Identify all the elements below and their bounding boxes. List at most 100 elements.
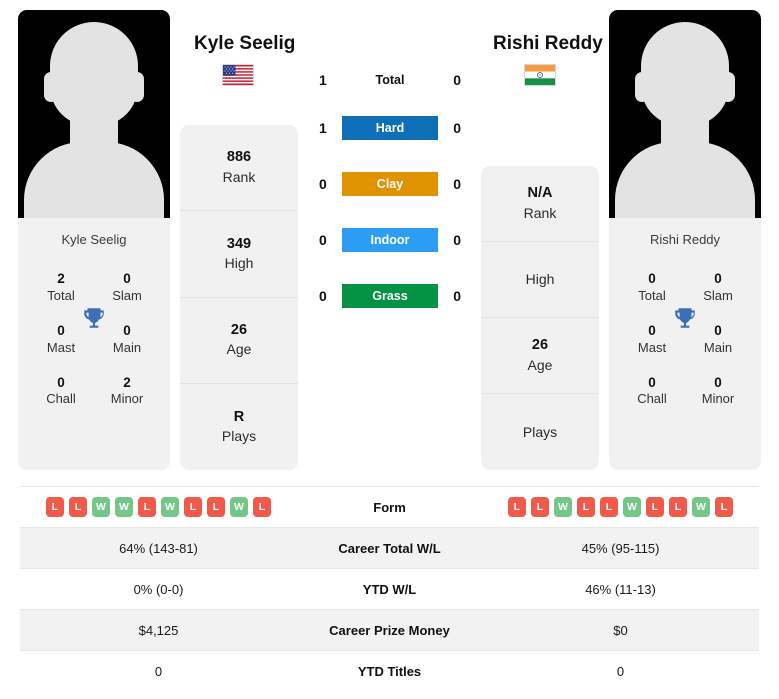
form-chip-l[interactable]: L	[531, 497, 549, 517]
form-chip-l[interactable]: L	[69, 497, 87, 517]
h2h-left-value: 0	[319, 288, 327, 304]
comparison-table: LLWWLWLLWL Form LLWLLWLLWL 64% (143-81) …	[20, 486, 759, 691]
title-cell-chall-left: 0 Chall	[28, 367, 94, 419]
title-label: Mast	[46, 339, 76, 355]
trophy-icon	[84, 308, 104, 328]
form-chip-w[interactable]: W	[115, 497, 133, 517]
stat-value: R	[233, 408, 245, 425]
form-chip-w[interactable]: W	[554, 497, 572, 517]
stat-label: Rank	[222, 168, 256, 185]
avatar-body-icon	[24, 142, 164, 218]
player-photo-left	[18, 10, 170, 218]
title-value: 0	[648, 271, 656, 286]
table-row-prize-money: $4,125 Career Prize Money $0	[20, 609, 759, 650]
form-chip-l[interactable]: L	[646, 497, 664, 517]
title-label: Main	[112, 339, 142, 355]
surface-badge-indoor[interactable]: Indoor	[342, 228, 438, 252]
title-label: Main	[703, 339, 733, 355]
us-flag-icon	[222, 64, 254, 86]
stat-value: 349	[226, 235, 252, 252]
avatar-head-icon	[50, 22, 138, 126]
h2h-right-value: 0	[453, 176, 461, 192]
surface-badge-hard[interactable]: Hard	[342, 116, 438, 140]
player-photo-right	[609, 10, 761, 218]
row-label: YTD Titles	[357, 663, 422, 679]
player-name-left[interactable]: Kyle Seelig	[194, 33, 295, 55]
title-label: Slam	[112, 287, 142, 303]
stat-label: Plays	[522, 423, 558, 440]
form-chip-w[interactable]: W	[230, 497, 248, 517]
form-chip-l[interactable]: L	[253, 497, 271, 517]
form-chip-w[interactable]: W	[161, 497, 179, 517]
player-stats-card-right: N/A Rank High 26 Age Plays	[481, 166, 599, 470]
title-value: 0	[648, 374, 656, 390]
h2h-right-value: 0	[453, 232, 461, 248]
stat-value: 886	[226, 149, 252, 166]
form-cell-right: LLWLLWLLWL	[482, 497, 759, 517]
stat-value: 26	[230, 321, 248, 338]
stat-value: 26	[531, 337, 549, 354]
stat-age-left: 26 Age	[180, 298, 298, 384]
row-label: Career Prize Money	[329, 622, 450, 638]
h2h-left-value: 1	[319, 72, 327, 88]
h2h-right-value: 0	[453, 288, 461, 304]
titles-grid-right: 0 Total 0 Slam 0 Mast 0 Main 0 Chall 0 M…	[609, 255, 761, 418]
stat-label: Plays	[221, 428, 257, 445]
photo-caption-left: Kyle Seelig	[61, 232, 127, 247]
row-right-value: 0	[616, 663, 625, 679]
title-value: 0	[714, 271, 722, 286]
row-left-value: 64% (143-81)	[119, 540, 198, 556]
avatar-ear-left-icon	[635, 72, 649, 102]
form-chip-w[interactable]: W	[692, 497, 710, 517]
form-chip-l[interactable]: L	[138, 497, 156, 517]
player-name-right[interactable]: Rishi Reddy	[493, 33, 603, 55]
form-chip-w[interactable]: W	[623, 497, 641, 517]
title-cell-minor-right: 0 Minor	[685, 367, 751, 419]
form-chip-l[interactable]: L	[577, 497, 595, 517]
table-row-career-wl: 64% (143-81) Career Total W/L 45% (95-11…	[20, 527, 759, 568]
stat-label: Age	[527, 356, 553, 373]
avatar-ear-right-icon	[130, 72, 144, 102]
title-label: Chall	[46, 391, 76, 407]
row-right-value: $0	[613, 622, 628, 638]
form-chip-l[interactable]: L	[508, 497, 526, 517]
form-chip-l[interactable]: L	[207, 497, 225, 517]
title-value: 0	[714, 374, 722, 390]
form-chip-l[interactable]: L	[669, 497, 687, 517]
player-comparison-page: Kyle Seelig 2 Total 0 Slam 0 Mast 0 Main…	[0, 0, 779, 699]
h2h-row-grass: 0 Grass 0	[305, 268, 475, 324]
form-chip-l[interactable]: L	[715, 497, 733, 517]
form-strip-right: LLWLLWLLWL	[508, 497, 733, 517]
row-right-value: 46% (11-13)	[585, 581, 656, 597]
title-cell-minor-left: 2 Minor	[94, 367, 160, 419]
photo-caption-right: Rishi Reddy	[649, 232, 721, 247]
player-photo-card-right: Rishi Reddy 0 Total 0 Slam 0 Mast 0 Main…	[609, 10, 761, 470]
form-chip-l[interactable]: L	[184, 497, 202, 517]
title-label: Slam	[703, 287, 733, 303]
form-cell-left: LLWWLWLLWL	[20, 497, 297, 517]
trophy-icon	[675, 308, 695, 328]
title-value: 2	[123, 374, 131, 390]
stat-rank-left: 886 Rank	[180, 125, 298, 212]
title-label: Total	[47, 287, 75, 303]
table-row-form: LLWWLWLLWL Form LLWLLWLLWL	[20, 486, 759, 527]
avatar-head-icon	[641, 22, 729, 126]
h2h-left-value: 0	[319, 176, 327, 192]
form-chip-l[interactable]: L	[46, 497, 64, 517]
player-stats-card-left: 886 Rank 349 High 26 Age R Plays	[180, 125, 298, 470]
form-chip-w[interactable]: W	[92, 497, 110, 517]
h2h-row-total: 1 Total 0	[305, 60, 475, 100]
in-flag-icon	[524, 64, 556, 86]
row-left-value: 0	[154, 663, 163, 679]
title-value: 0	[123, 271, 131, 286]
avatar-ear-right-icon	[721, 72, 735, 102]
stat-high-right: High	[481, 242, 599, 318]
stat-plays-left: R Plays	[180, 384, 298, 470]
stat-label: High	[224, 255, 254, 272]
surface-badge-clay[interactable]: Clay	[342, 172, 438, 196]
row-label: Career Total W/L	[338, 540, 441, 556]
row-label: YTD W/L	[362, 581, 417, 597]
form-chip-l[interactable]: L	[600, 497, 618, 517]
comparison-header-area: Kyle Seelig 2 Total 0 Slam 0 Mast 0 Main…	[0, 0, 779, 478]
surface-badge-grass[interactable]: Grass	[342, 284, 438, 308]
